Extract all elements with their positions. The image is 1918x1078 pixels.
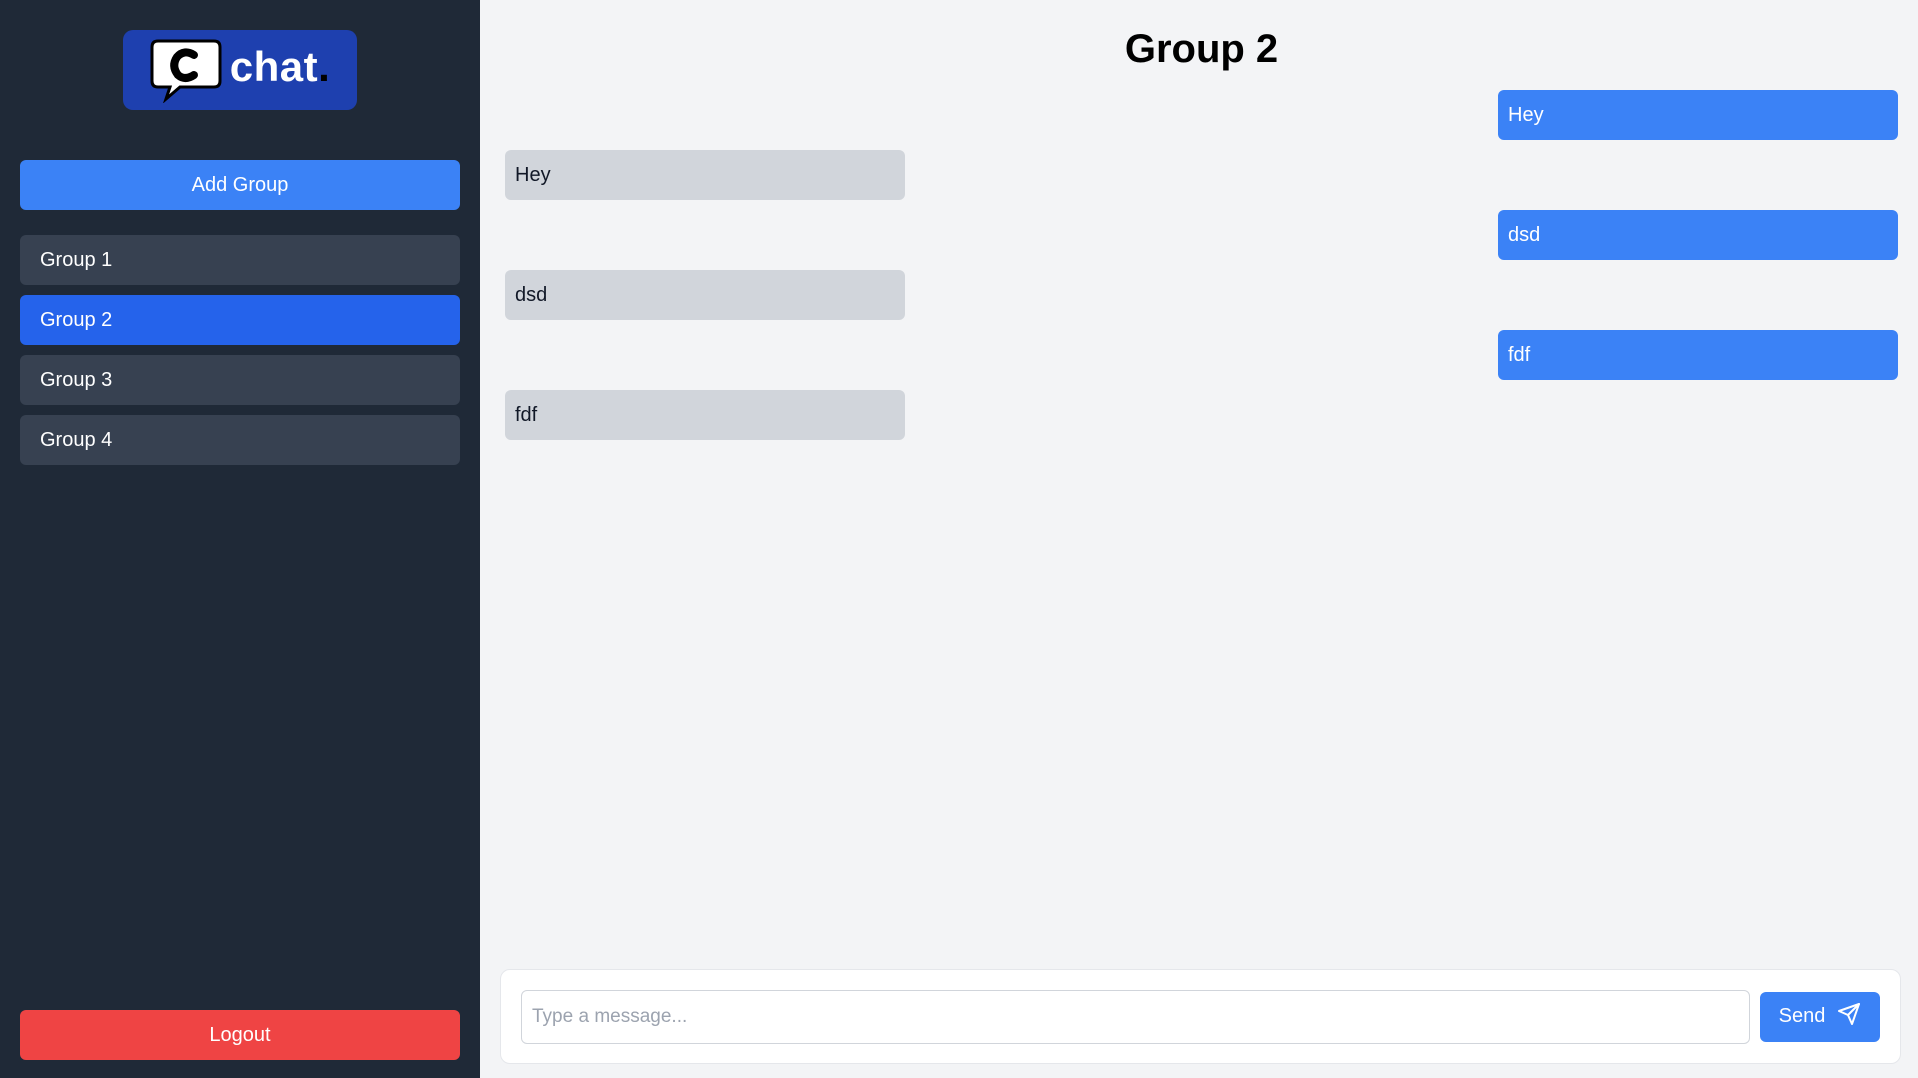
- chat-panel: Group 2 Hey Hey dsd dsd fdf fdf Send: [480, 0, 1918, 1078]
- message-sent: fdf: [1498, 330, 1898, 380]
- sidebar: chat. Add Group Group 1 Group 2 Group 3 …: [0, 0, 480, 1078]
- logo-dot: .: [318, 43, 331, 90]
- message-received: dsd: [505, 270, 905, 320]
- message-input[interactable]: [521, 989, 1750, 1044]
- send-button[interactable]: Send: [1760, 991, 1880, 1042]
- logo-container: chat.: [20, 30, 460, 110]
- message-sent: Hey: [1498, 90, 1898, 140]
- logo: chat.: [123, 30, 357, 110]
- speech-bubble-icon: [150, 37, 224, 103]
- send-label: Send: [1778, 1005, 1826, 1027]
- message-received: Hey: [505, 150, 905, 200]
- group-item-2[interactable]: Group 2: [20, 295, 460, 345]
- chat-title: Group 2: [1124, 27, 1279, 71]
- message-composer: Send: [500, 969, 1901, 1064]
- group-item-1[interactable]: Group 1: [20, 235, 460, 285]
- app: chat. Add Group Group 1 Group 2 Group 3 …: [0, 0, 1918, 1078]
- message-list: Hey Hey dsd dsd fdf fdf: [505, 90, 1898, 960]
- message-received: fdf: [505, 390, 905, 440]
- logo-word: chat: [229, 43, 319, 90]
- group-list: Group 1 Group 2 Group 3 Group 4: [20, 235, 460, 465]
- send-icon: [1837, 1002, 1861, 1032]
- message-sent: dsd: [1498, 210, 1898, 260]
- group-item-4[interactable]: Group 4: [20, 415, 460, 465]
- add-group-button[interactable]: Add Group: [20, 160, 460, 210]
- logo-text: chat.: [230, 43, 331, 91]
- logout-button[interactable]: Logout: [20, 1010, 460, 1060]
- group-item-3[interactable]: Group 3: [20, 355, 460, 405]
